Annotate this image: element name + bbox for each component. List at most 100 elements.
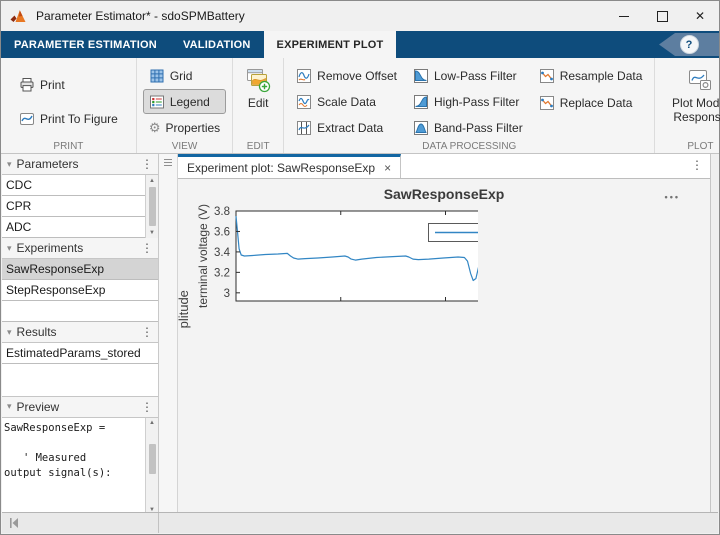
legend-button[interactable]: Legend <box>143 89 226 114</box>
parameters-scrollbar[interactable]: ▲ ▼ <box>145 175 158 238</box>
low-pass-filter-button[interactable]: Low-Pass Filter <box>407 63 529 88</box>
svg-text:3.4: 3.4 <box>214 247 231 259</box>
scale-data-button[interactable]: Scale Data <box>290 89 403 114</box>
section-label-edit: EDIT <box>233 141 283 152</box>
parameter-item[interactable]: ADC <box>2 217 145 238</box>
help-arrow-panel: ? <box>659 33 719 56</box>
extract-data-icon <box>296 120 312 136</box>
svg-text:Amplitude: Amplitude <box>178 290 191 329</box>
preview-scrollbar[interactable]: ▲ ▼ <box>145 418 158 516</box>
document-tab-label: Experiment plot: SawResponseExp <box>187 161 375 175</box>
experiment-item-empty[interactable] <box>2 301 158 322</box>
section-label-data-processing: DATA PROCESSING <box>284 141 654 152</box>
experiments-menu-icon[interactable]: ⋮ <box>141 242 153 254</box>
parameters-panel-title: Parameters <box>17 157 79 171</box>
scroll-up-icon[interactable]: ▲ <box>146 418 158 429</box>
scale-data-icon <box>296 94 312 110</box>
edit-plot-icon <box>245 67 271 93</box>
collapse-parameters-icon[interactable]: ▾ <box>7 159 12 170</box>
preview-panel-header[interactable]: ▾ Preview ⋮ <box>2 397 158 418</box>
collapse-results-icon[interactable]: ▾ <box>7 327 12 338</box>
collapse-left-panel-icon[interactable] <box>8 517 22 529</box>
parameter-item[interactable]: CPR <box>2 196 145 217</box>
scrollbar-thumb[interactable] <box>149 444 156 474</box>
high-pass-filter-icon <box>413 94 429 110</box>
toolstrip-tab-bar: PARAMETER ESTIMATION VALIDATION EXPERIME… <box>1 31 719 58</box>
band-pass-filter-button[interactable]: Band-Pass Filter <box>407 115 529 140</box>
resample-data-button[interactable]: Resample Data <box>533 63 649 89</box>
status-bar-left <box>2 513 159 533</box>
section-label-plot: PLOT <box>655 141 720 152</box>
section-edit: Edit EDIT <box>233 58 284 153</box>
results-menu-icon[interactable]: ⋮ <box>141 326 153 338</box>
results-panel-header[interactable]: ▾ Results ⋮ <box>2 322 158 343</box>
svg-text:terminal voltage (V): terminal voltage (V) <box>196 204 210 308</box>
replace-data-button[interactable]: Replace Data <box>533 90 649 116</box>
parameter-item[interactable]: CDC <box>2 175 145 196</box>
document-tab-experiment-plot[interactable]: Experiment plot: SawResponseExp × <box>178 154 401 178</box>
section-data-processing: Remove Offset Scale Data <box>284 58 655 153</box>
scroll-up-icon[interactable]: ▲ <box>146 175 158 186</box>
results-empty-area <box>2 364 158 397</box>
tab-parameter-estimation[interactable]: PARAMETER ESTIMATION <box>1 31 170 58</box>
legend-icon <box>149 94 165 110</box>
grid-button[interactable]: Grid <box>143 63 226 88</box>
tab-close-icon[interactable]: × <box>384 161 391 175</box>
maximize-button[interactable] <box>643 1 681 31</box>
section-print: Print Print To Figure PRINT <box>1 58 137 153</box>
tab-experiment-plot[interactable]: EXPERIMENT PLOT <box>264 31 397 58</box>
minimize-button[interactable] <box>605 1 643 31</box>
experiments-panel-title: Experiments <box>17 241 84 255</box>
document-tab-bar: Experiment plot: SawResponseExp × ⋮ <box>178 154 710 179</box>
experiment-item-selected[interactable]: SawResponseExp <box>2 259 158 280</box>
printer-icon <box>19 77 35 93</box>
status-bar <box>2 512 718 533</box>
svg-text:3.8: 3.8 <box>214 206 230 218</box>
splitter-grip-icon <box>164 162 172 163</box>
right-edge-strip <box>710 154 718 515</box>
preview-panel: SawResponseExp = ' Measured output signa… <box>2 418 158 516</box>
figure-options-icon[interactable]: ••• <box>665 192 680 202</box>
remove-offset-button[interactable]: Remove Offset <box>290 63 403 88</box>
grid-icon <box>149 68 165 84</box>
experiments-panel-header[interactable]: ▾ Experiments ⋮ <box>2 238 158 259</box>
scrollbar-thumb[interactable] <box>149 187 156 226</box>
print-button[interactable]: Print <box>13 72 124 98</box>
plot-model-response-button[interactable]: Plot Model Response <box>661 63 720 140</box>
experiment-plot-canvas[interactable]: 33.23.43.63.8terminal voltage (V)Measure… <box>178 179 478 329</box>
close-button[interactable]: ✕ <box>681 1 719 31</box>
minimize-icon <box>619 15 629 17</box>
preview-menu-icon[interactable]: ⋮ <box>141 401 153 413</box>
resample-data-icon <box>539 68 555 84</box>
left-sidebar: ▾ Parameters ⋮ CDC CPR ADC ▲ ▼ ▾ Experim… <box>2 154 159 515</box>
extract-data-button[interactable]: Extract Data <box>290 115 403 140</box>
band-pass-filter-icon <box>413 120 429 136</box>
document-menu-icon[interactable]: ⋮ <box>691 159 703 171</box>
edit-button[interactable]: Edit <box>239 63 277 140</box>
print-to-figure-button[interactable]: Print To Figure <box>13 106 124 132</box>
panel-splitter[interactable] <box>159 154 178 515</box>
high-pass-filter-button[interactable]: High-Pass Filter <box>407 89 529 114</box>
help-button[interactable]: ? <box>680 35 699 54</box>
gear-icon: ⚙ <box>149 121 161 134</box>
collapse-preview-icon[interactable]: ▾ <box>7 401 12 412</box>
experiment-item[interactable]: StepResponseExp <box>2 280 158 301</box>
matlab-logo-icon <box>10 9 28 24</box>
properties-button[interactable]: ⚙ Properties <box>143 115 226 140</box>
close-icon: ✕ <box>695 10 705 22</box>
experiments-list: SawResponseExp StepResponseExp <box>2 259 158 322</box>
section-view: Grid Legend ⚙ Properties VIEW <box>137 58 233 153</box>
section-plot: Plot Model Response PLOT <box>655 58 720 153</box>
tab-validation[interactable]: VALIDATION <box>170 31 264 58</box>
results-panel-title: Results <box>17 325 57 339</box>
low-pass-filter-icon <box>413 68 429 84</box>
replace-data-icon <box>539 95 555 111</box>
scroll-down-icon[interactable]: ▼ <box>146 227 158 238</box>
collapse-experiments-icon[interactable]: ▾ <box>7 243 12 254</box>
result-item[interactable]: EstimatedParams_stored <box>2 343 158 364</box>
parameters-panel-header[interactable]: ▾ Parameters ⋮ <box>2 154 158 175</box>
figure-area: SawResponseExp ••• 33.23.43.63.8terminal… <box>178 179 710 515</box>
preview-panel-title: Preview <box>17 400 60 414</box>
parameters-menu-icon[interactable]: ⋮ <box>141 158 153 170</box>
preview-line: output signal(s): <box>4 466 143 481</box>
